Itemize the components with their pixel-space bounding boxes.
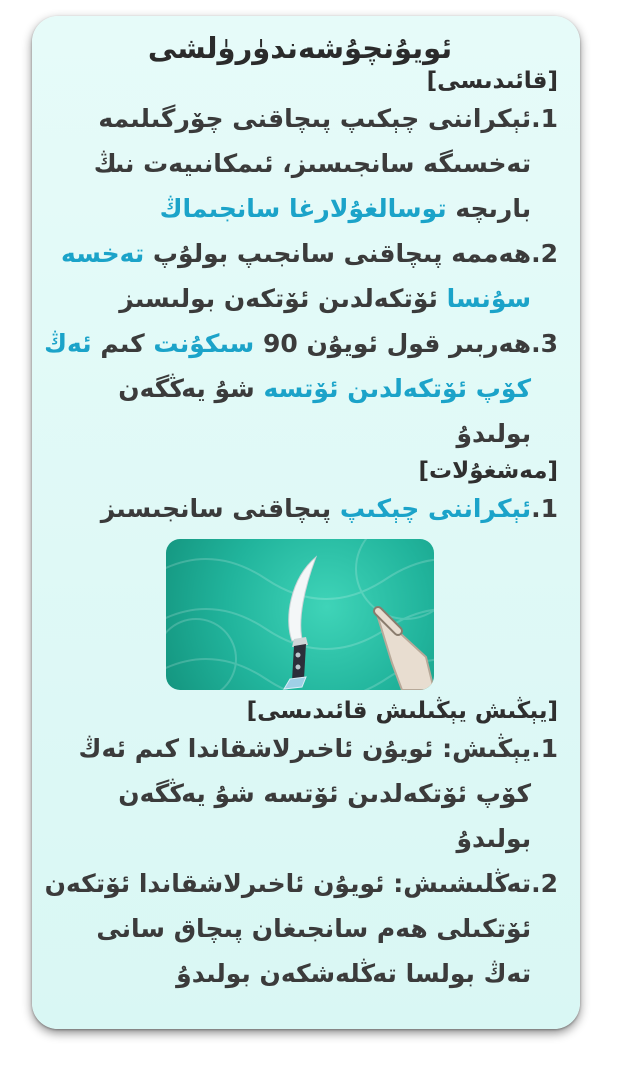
banner-art — [166, 539, 434, 690]
item-text: ئېكراننى چېكىپ پىچاقنى چۆرگىلىمە تەخسىگە… — [42, 96, 531, 231]
highlight-text: سىكۇنت — [153, 329, 255, 358]
item-number: 2. — [531, 869, 558, 898]
list-item: 3. ھەربىر قول ئويۇن 90 سىكۇنت كىم ئەڭ كۆپ… — [42, 321, 558, 456]
tap-hand-icon — [373, 606, 434, 690]
item-text-part: ھەربىر قول ئويۇن 90 — [254, 329, 532, 358]
item-text-part: ھەممە پىچاقنى سانجىپ بولۇپ — [144, 239, 532, 268]
item-number: 1. — [531, 104, 558, 133]
list-item: 2. تەڭلىشىش: ئويۇن ئاخىرلاشقاندا ئۆتكەن ئ… — [42, 861, 558, 996]
highlight-text: توسالغۇلارغا سانجىماڭ — [159, 194, 447, 223]
list-item: 2. ھەممە پىچاقنى سانجىپ بولۇپ تەخسە سۇنسا… — [42, 231, 558, 321]
item-text-part: تەڭلىشىش: ئويۇن ئاخىرلاشقاندا ئۆتكەن ئۆت… — [44, 869, 532, 988]
item-text-part: يېڭىش: ئويۇن ئاخىرلاشقاندا كىم ئەڭ كۆپ ئ… — [78, 734, 532, 853]
item-text: ئېكراننى چېكىپ پىچاقنى سانجىسىز — [42, 486, 531, 531]
task-heading: [مەشغۇلات] — [418, 458, 558, 484]
tap-banner — [166, 539, 434, 690]
item-text-part: پىچاقنى سانجىسىز — [100, 494, 340, 523]
instructions-content: ئويۇنچۇشەندۈرۈلشى [قائىدىسى] 1. ئېكراننى … — [42, 30, 558, 996]
item-number: 1. — [531, 494, 558, 523]
item-number: 3. — [531, 329, 558, 358]
list-item: 1. ئېكراننى چېكىپ پىچاقنى چۆرگىلىمە تەخسى… — [42, 96, 558, 231]
item-text: تەڭلىشىش: ئويۇن ئاخىرلاشقاندا ئۆتكەن ئۆت… — [42, 861, 531, 996]
item-text-part: كىم — [91, 329, 154, 358]
instructions-card: ئويۇنچۇشەندۈرۈلشى [قائىدىسى] 1. ئېكراننى … — [32, 16, 580, 1029]
item-number: 1. — [531, 734, 558, 763]
item-text-part: ئۆتكەلدىن ئۆتكەن بولىسىز — [119, 284, 447, 313]
task-list: 1. ئېكراننى چېكىپ پىچاقنى سانجىسىز — [42, 486, 558, 531]
rules-list: 1. ئېكراننى چېكىپ پىچاقنى چۆرگىلىمە تەخسى… — [42, 96, 558, 456]
list-item: 1. ئېكراننى چېكىپ پىچاقنى سانجىسىز — [42, 486, 558, 531]
rules-heading: [قائىدىسى] — [426, 68, 558, 94]
list-item: 1. يېڭىش: ئويۇن ئاخىرلاشقاندا كىم ئەڭ كۆپ… — [42, 726, 558, 861]
knife-icon — [283, 555, 318, 690]
page-title: ئويۇنچۇشەندۈرۈلشى — [147, 31, 453, 65]
item-text: ھەربىر قول ئويۇن 90 سىكۇنت كىم ئەڭ كۆپ ئ… — [42, 321, 531, 456]
item-number: 2. — [531, 239, 558, 268]
win-list: 1. يېڭىش: ئويۇن ئاخىرلاشقاندا كىم ئەڭ كۆپ… — [42, 726, 558, 996]
item-text: ھەممە پىچاقنى سانجىپ بولۇپ تەخسە سۇنسا ئ… — [42, 231, 531, 321]
item-text: يېڭىش: ئويۇن ئاخىرلاشقاندا كىم ئەڭ كۆپ ئ… — [42, 726, 532, 861]
win-heading: [يېڭىش يېڭىلىش قائىدىسى] — [246, 698, 558, 724]
highlight-text: ئېكراننى چېكىپ — [339, 494, 532, 523]
